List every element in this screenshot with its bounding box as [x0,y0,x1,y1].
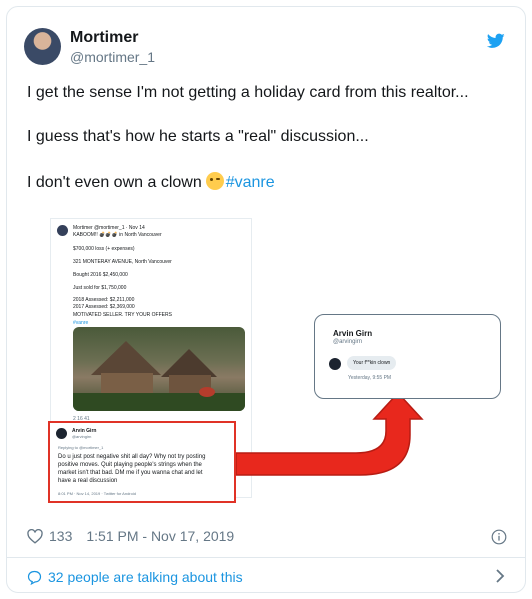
dm-avatar [329,358,341,370]
author-name[interactable]: Mortimer [70,29,138,47]
embedded-avatar [57,225,68,236]
twitter-bird-icon[interactable] [487,33,505,49]
reply-body: have a real discussion [58,478,118,484]
dm-time: Yesterday, 9:55 PM [348,375,392,381]
reply-body: positive moves. Quit playing people's st… [58,462,202,468]
tweet-text-line-3: I don't even own a clown #vanre [27,172,275,192]
embedded-line: 321 MONTERAY AVENUE, North Vancouver [73,259,172,265]
embedded-line: MOTIVATED SELLER. TRY YOUR OFFERS [73,312,172,318]
winking-face-emoji-icon [205,172,224,190]
tweet-card: Mortimer @mortimer_1 I get the sense I'm… [6,6,526,593]
tweet-stats: 133 1:51 PM - Nov 17, 2019 [27,528,234,544]
reply-meta: 8:01 PM · Nov 14, 2019 · Twitter for And… [58,491,136,496]
embedded-line: Just sold for $1,750,000 [73,285,127,291]
conversation-text[interactable]: 32 people are talking about this [48,569,243,585]
author-handle[interactable]: @mortimer_1 [70,49,155,65]
embedded-line: Bought 2016 $2,450,000 [73,272,128,278]
dm-screenshot: Arvin Girn @arvingirn Your f**kin clown … [314,314,501,399]
like-count[interactable]: 133 [49,528,72,544]
highlighted-reply: Arvin Girn @arvingirn Replying to @morti… [48,421,236,503]
hashtag-link[interactable]: #vanre [226,174,275,191]
embedded-line: $700,000 loss (+ expenses) [73,246,135,252]
tweet-image[interactable]: Mortimer @mortimer_1 · Nov 14 KABOOM!! 💣… [26,210,509,510]
reply-body: market isn't that bad. DM me if you wann… [58,470,203,476]
embedded-hashtag: #vanre [73,320,89,326]
reply-avatar [56,428,67,439]
dm-handle: @arvingirn [333,339,363,345]
embedded-header: Mortimer @mortimer_1 · Nov 14 [73,225,145,231]
conversation-link[interactable]: 32 people are talking about this [27,569,243,585]
red-arrow-icon [236,391,424,476]
embedded-line: KABOOM!! 💣💣💣 in North Vancouver [73,232,162,238]
tweet-timestamp[interactable]: 1:51 PM - Nov 17, 2019 [86,528,234,544]
dm-name: Arvin Girn [333,329,373,338]
info-icon[interactable] [491,529,507,545]
embedded-line: 2018 Assessed: $2,211,000 [73,297,135,303]
tweet-text-clown: I don't even own a clown [27,174,202,191]
reply-replying-to: Replying to @mortimer_1 [58,445,104,450]
author-avatar[interactable] [24,28,61,65]
divider [7,557,525,558]
speech-bubble-icon [27,570,42,585]
tweet-text-line-1: I get the sense I'm not getting a holida… [27,84,469,101]
reply-handle: @arvingirn [72,434,92,439]
embedded-line: 2017 Assessed: $2,369,000 [73,304,135,310]
house-photo [73,327,245,411]
tweet-text-line-2: I guess that's how he starts a "real" di… [27,128,369,145]
heart-icon[interactable] [27,528,43,544]
reply-body: Do u just post negative shit all day? Wh… [58,454,206,460]
dm-message: Your f**kin clown [347,356,397,370]
chevron-right-icon[interactable] [495,569,505,583]
